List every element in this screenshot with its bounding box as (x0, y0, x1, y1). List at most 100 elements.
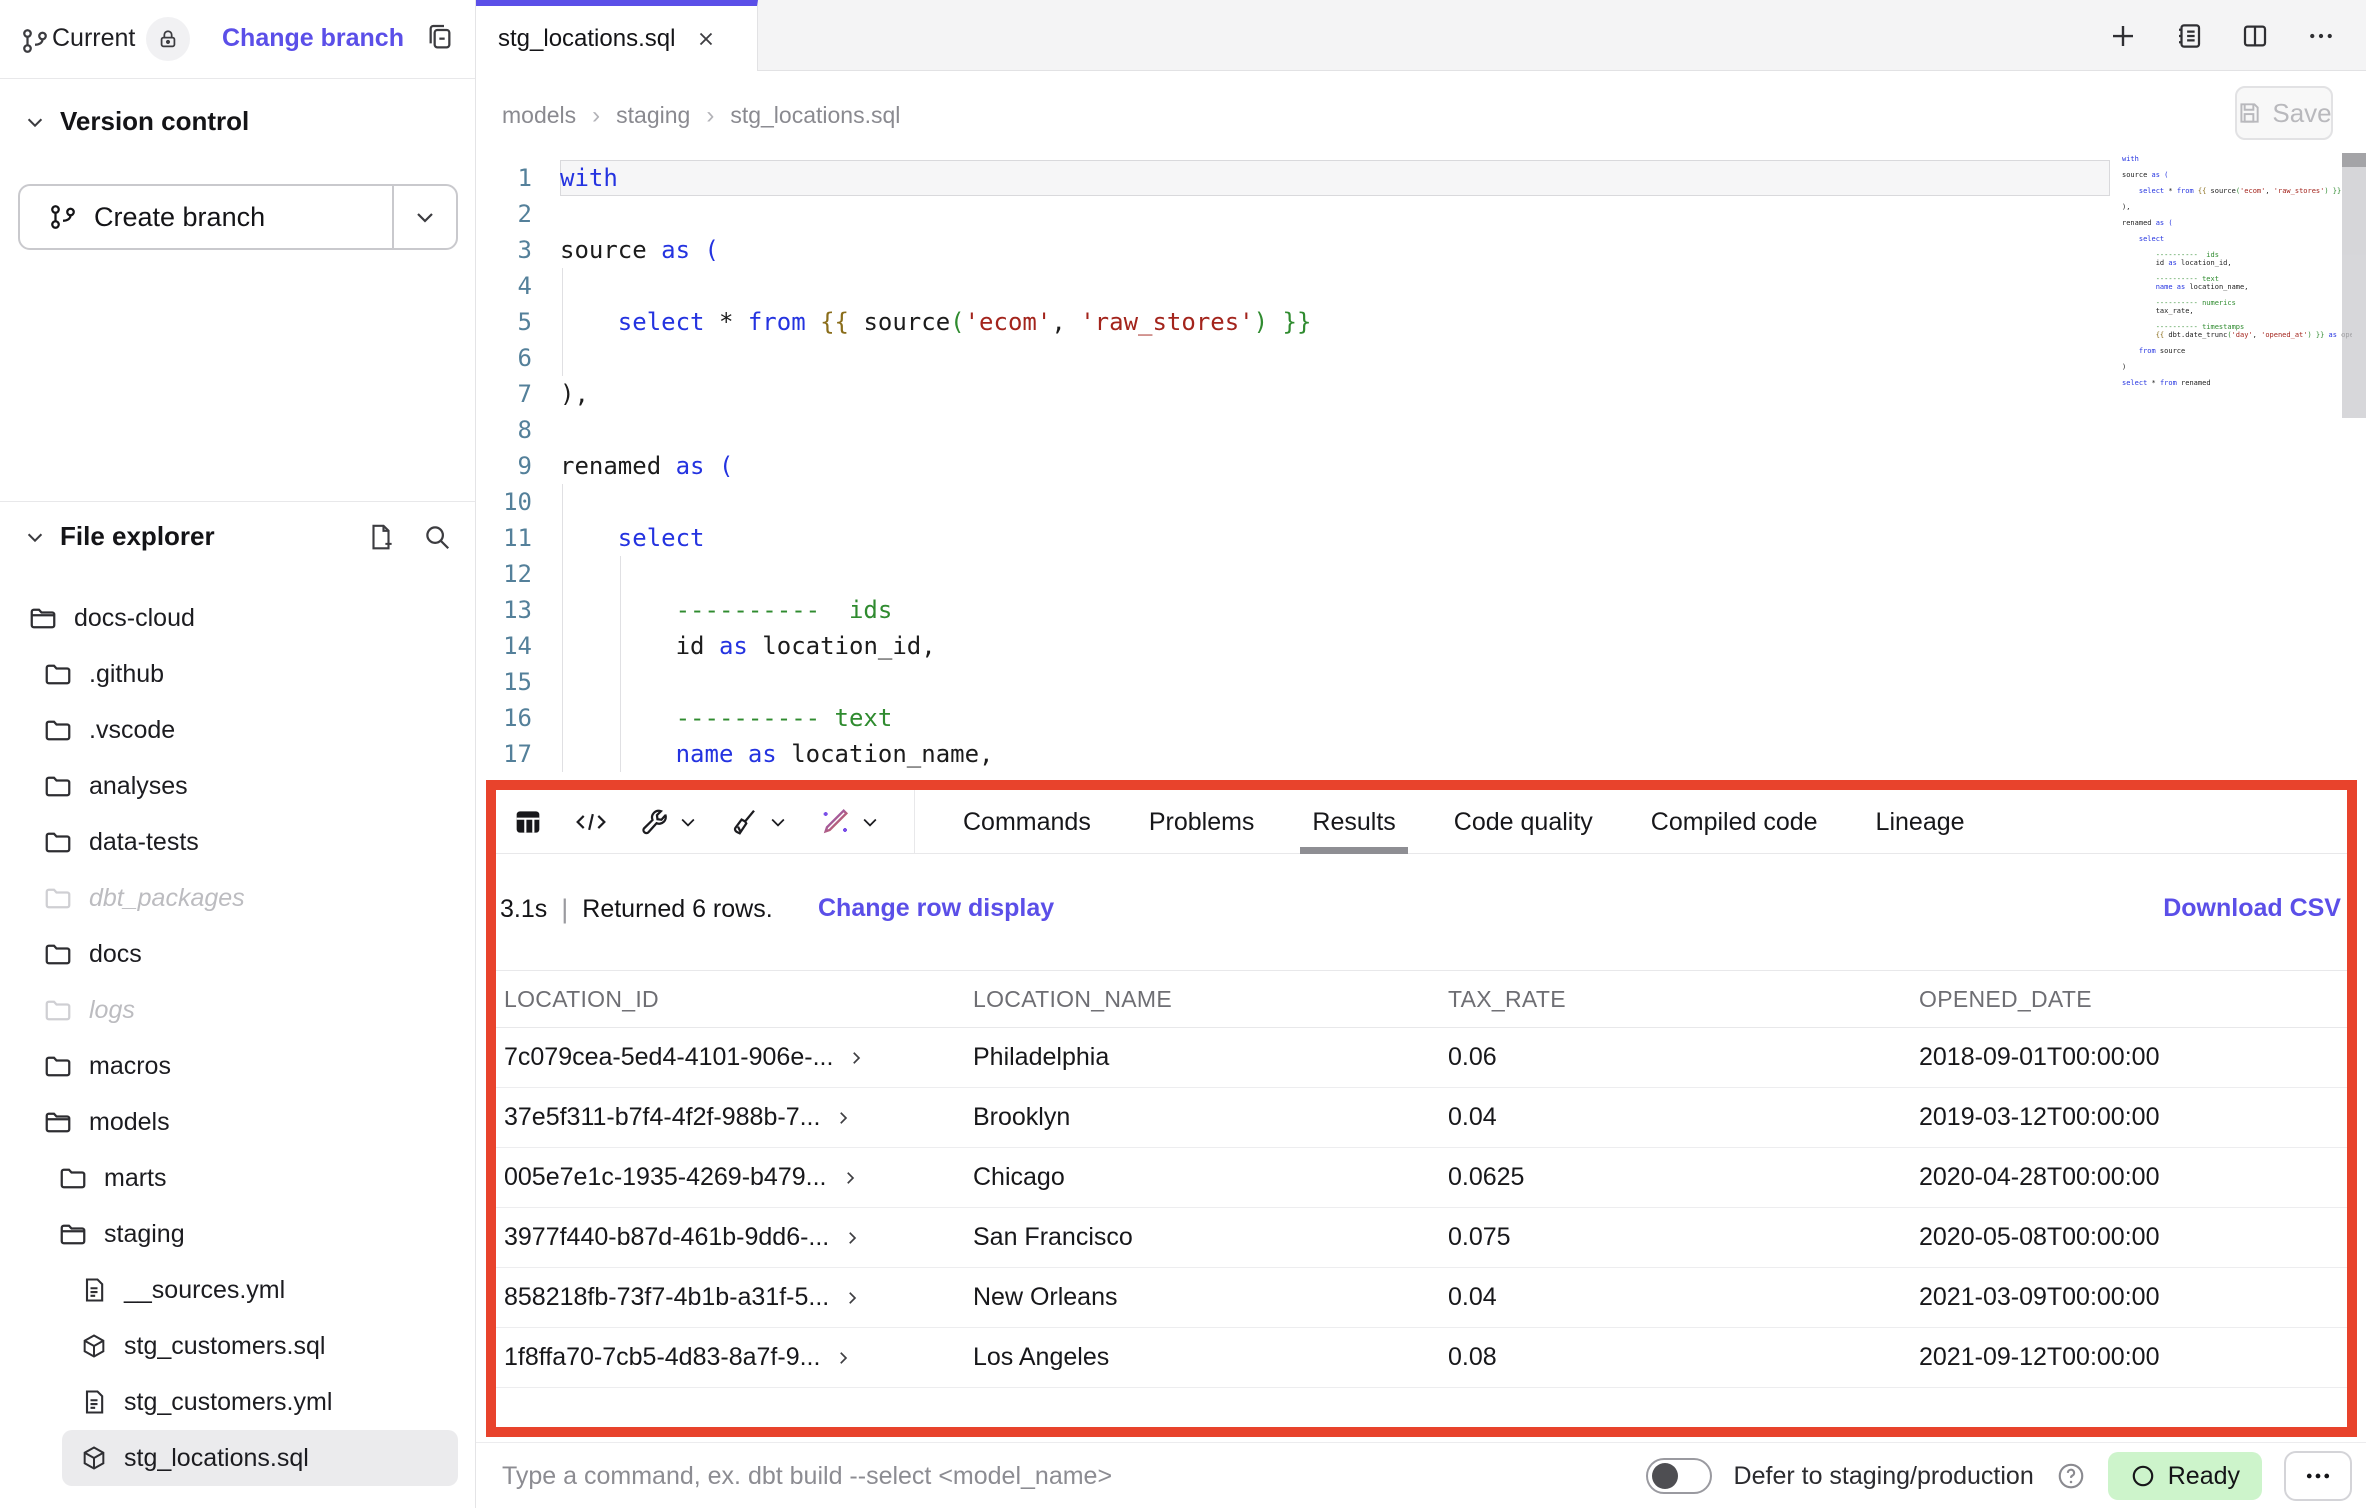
defer-toggle[interactable] (1646, 1458, 1712, 1494)
help-icon[interactable] (2056, 1461, 2086, 1491)
editor-scrollbar[interactable] (2342, 153, 2366, 418)
panel-tab-problems[interactable]: Problems (1149, 790, 1255, 854)
change-branch-link[interactable]: Change branch (222, 24, 404, 53)
panel-tab-compiled-code[interactable]: Compiled code (1651, 790, 1818, 854)
save-button[interactable]: Save (2235, 86, 2333, 140)
git-branch-icon (20, 26, 50, 56)
code-line[interactable]: source as ( (560, 232, 719, 268)
expand-cell-icon[interactable] (841, 1169, 859, 1187)
folder-open-icon (28, 603, 58, 633)
expand-cell-icon[interactable] (847, 1049, 865, 1067)
panel-tab-code-quality[interactable]: Code quality (1454, 790, 1593, 854)
code-line[interactable]: ---------- ids (560, 592, 892, 628)
file-item-stg-locations-sql[interactable]: stg_locations.sql (62, 1430, 458, 1486)
panel-tab-results[interactable]: Results (1312, 790, 1395, 854)
create-branch-button[interactable]: Create branch (18, 184, 458, 250)
table-row[interactable]: 858218fb-73f7-4b1b-a31f-5...New Orleans0… (496, 1268, 2347, 1328)
file-item-label: marts (104, 1164, 167, 1193)
file-item-docs[interactable]: docs (0, 926, 476, 982)
file-item-analyses[interactable]: analyses (0, 758, 476, 814)
command-bar: Type a command, ex. dbt build --select <… (476, 1442, 2366, 1508)
table-row[interactable]: 1f8ffa70-7cb5-4d83-8a7f-9...Los Angeles0… (496, 1328, 2347, 1388)
file-tree: docs-cloud.github.vscodeanalysesdata-tes… (0, 590, 476, 1486)
file-item-dbt-packages[interactable]: dbt_packages (0, 870, 476, 926)
file-item--github[interactable]: .github (0, 646, 476, 702)
file-item-logs[interactable]: logs (0, 982, 476, 1038)
panel-tab-lineage[interactable]: Lineage (1876, 790, 1965, 854)
code-line[interactable]: id as location_id, (560, 628, 936, 664)
minimap-line: source as ( (2122, 171, 2352, 179)
version-control-header[interactable]: Version control (24, 106, 249, 137)
chevron-down-icon[interactable] (24, 526, 46, 548)
minimap[interactable]: withsource as ( select * from {{ source(… (2122, 155, 2352, 387)
line-number: 15 (476, 664, 532, 700)
tab-stg-locations[interactable]: stg_locations.sql (476, 0, 758, 71)
close-icon[interactable] (695, 28, 717, 50)
command-input[interactable]: Type a command, ex. dbt build --select <… (502, 1443, 1112, 1509)
code-line[interactable]: select (560, 520, 705, 556)
breadcrumb-item[interactable]: models (502, 102, 576, 129)
file-item--sources-yml[interactable]: __sources.yml (0, 1262, 476, 1318)
code-line[interactable]: name as location_name, (560, 736, 994, 772)
status-badge[interactable]: Ready (2108, 1452, 2262, 1500)
location-id-value: 37e5f311-b7f4-4f2f-988b-7... (504, 1103, 820, 1132)
more-options-icon[interactable] (2284, 1451, 2352, 1501)
new-tab-plus-icon[interactable] (2108, 21, 2138, 51)
lint-broom-dropdown[interactable] (728, 806, 788, 838)
breadcrumb[interactable]: models›staging›stg_locations.sql (502, 71, 900, 160)
split-editor-icon[interactable] (2240, 21, 2270, 51)
more-options-icon[interactable] (2306, 21, 2336, 51)
ai-magic-pen-dropdown[interactable] (818, 806, 880, 838)
file-item-label: __sources.yml (124, 1276, 285, 1305)
file-item-label: stg_customers.sql (124, 1332, 325, 1361)
file-item--vscode[interactable]: .vscode (0, 702, 476, 758)
current-line-highlight (560, 160, 2110, 196)
code-line[interactable]: select * from {{ source('ecom', 'raw_sto… (560, 304, 1311, 340)
file-item-staging[interactable]: staging (0, 1206, 476, 1262)
cube-icon (80, 1444, 108, 1472)
file-item-stg-customers-yml[interactable]: stg_customers.yml (0, 1374, 476, 1430)
code-line[interactable]: renamed as ( (560, 448, 733, 484)
table-cell: Chicago (965, 1148, 1440, 1208)
expand-cell-icon[interactable] (843, 1289, 861, 1307)
file-item-docs-cloud[interactable]: docs-cloud (0, 590, 476, 646)
branch-lock-icon (146, 17, 190, 61)
copy-icon[interactable] (424, 22, 456, 54)
build-wrench-dropdown[interactable] (638, 806, 698, 838)
table-row[interactable]: 3977f440-b87d-461b-9dd6-...San Francisco… (496, 1208, 2347, 1268)
breadcrumb-item[interactable]: stg_locations.sql (730, 102, 900, 129)
code-editor[interactable]: 1234567891011121314151617 withsource as … (476, 160, 2366, 780)
code-icon[interactable] (574, 807, 608, 837)
code-line[interactable]: ), (560, 376, 589, 412)
line-number: 8 (476, 412, 532, 448)
breadcrumb-item[interactable]: staging (616, 102, 690, 129)
file-item-marts[interactable]: marts (0, 1150, 476, 1206)
table-cell: 7c079cea-5ed4-4101-906e-... (496, 1028, 965, 1088)
expand-cell-icon[interactable] (834, 1109, 852, 1127)
folder-open-icon (58, 1219, 88, 1249)
download-csv-link[interactable]: Download CSV (2163, 894, 2341, 923)
expand-cell-icon[interactable] (843, 1229, 861, 1247)
new-file-icon[interactable] (366, 522, 396, 552)
file-item-models[interactable]: models (0, 1094, 476, 1150)
file-item-data-tests[interactable]: data-tests (0, 814, 476, 870)
code-line[interactable]: ---------- text (560, 700, 892, 736)
file-item-stg-customers-sql[interactable]: stg_customers.sql (0, 1318, 476, 1374)
table-row[interactable]: 37e5f311-b7f4-4f2f-988b-7...Brooklyn0.04… (496, 1088, 2347, 1148)
code-line[interactable]: with (560, 160, 618, 196)
search-icon[interactable] (422, 522, 452, 552)
folder-open-icon (43, 1107, 73, 1137)
folder-icon (43, 995, 73, 1025)
expand-cell-icon[interactable] (834, 1349, 852, 1367)
create-branch-dropdown[interactable] (392, 186, 456, 248)
results-table-icon[interactable] (512, 806, 544, 838)
line-number: 1 (476, 160, 532, 196)
change-row-display-link[interactable]: Change row display (818, 894, 1054, 923)
scrollbar-thumb[interactable] (2342, 153, 2366, 167)
table-row[interactable]: 7c079cea-5ed4-4101-906e-...Philadelphia0… (496, 1028, 2347, 1088)
table-row[interactable]: 005e7e1c-1935-4269-b479...Chicago0.06252… (496, 1148, 2347, 1208)
wrench-icon (638, 806, 670, 838)
panel-tab-commands[interactable]: Commands (963, 790, 1091, 854)
notebook-icon[interactable] (2174, 21, 2204, 51)
file-item-macros[interactable]: macros (0, 1038, 476, 1094)
